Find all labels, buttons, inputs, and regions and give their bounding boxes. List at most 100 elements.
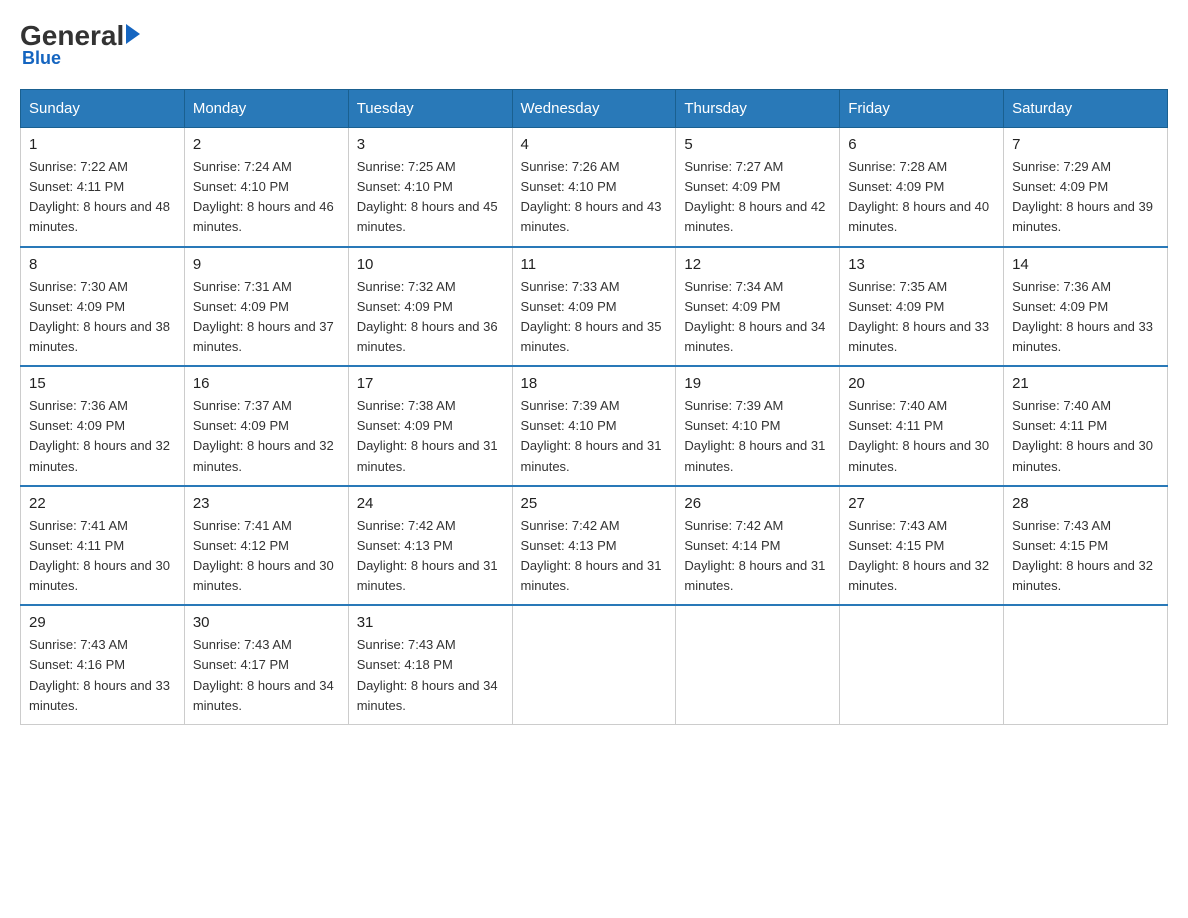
header: General Blue [20,20,1168,69]
day-info: Sunrise: 7:34 AM Sunset: 4:09 PM Dayligh… [684,277,831,358]
calendar-cell [512,605,676,724]
day-number: 14 [1012,256,1159,273]
day-info: Sunrise: 7:43 AM Sunset: 4:18 PM Dayligh… [357,635,504,716]
day-info: Sunrise: 7:35 AM Sunset: 4:09 PM Dayligh… [848,277,995,358]
day-number: 7 [1012,136,1159,153]
day-info: Sunrise: 7:28 AM Sunset: 4:09 PM Dayligh… [848,157,995,238]
calendar-cell: 18 Sunrise: 7:39 AM Sunset: 4:10 PM Dayl… [512,366,676,486]
calendar-cell: 13 Sunrise: 7:35 AM Sunset: 4:09 PM Dayl… [840,247,1004,367]
calendar-cell: 12 Sunrise: 7:34 AM Sunset: 4:09 PM Dayl… [676,247,840,367]
calendar-cell: 29 Sunrise: 7:43 AM Sunset: 4:16 PM Dayl… [21,605,185,724]
day-number: 16 [193,375,340,392]
day-number: 3 [357,136,504,153]
day-info: Sunrise: 7:36 AM Sunset: 4:09 PM Dayligh… [1012,277,1159,358]
day-number: 31 [357,614,504,631]
day-number: 28 [1012,495,1159,512]
day-number: 6 [848,136,995,153]
calendar-cell: 15 Sunrise: 7:36 AM Sunset: 4:09 PM Dayl… [21,366,185,486]
day-number: 19 [684,375,831,392]
calendar-cell: 27 Sunrise: 7:43 AM Sunset: 4:15 PM Dayl… [840,486,1004,606]
day-number: 21 [1012,375,1159,392]
day-number: 26 [684,495,831,512]
day-info: Sunrise: 7:38 AM Sunset: 4:09 PM Dayligh… [357,396,504,477]
calendar-cell: 3 Sunrise: 7:25 AM Sunset: 4:10 PM Dayli… [348,128,512,247]
day-number: 2 [193,136,340,153]
calendar-cell: 14 Sunrise: 7:36 AM Sunset: 4:09 PM Dayl… [1004,247,1168,367]
day-number: 11 [521,256,668,273]
day-number: 17 [357,375,504,392]
day-info: Sunrise: 7:40 AM Sunset: 4:11 PM Dayligh… [848,396,995,477]
calendar-cell: 8 Sunrise: 7:30 AM Sunset: 4:09 PM Dayli… [21,247,185,367]
day-info: Sunrise: 7:33 AM Sunset: 4:09 PM Dayligh… [521,277,668,358]
calendar-cell: 25 Sunrise: 7:42 AM Sunset: 4:13 PM Dayl… [512,486,676,606]
calendar-cell: 31 Sunrise: 7:43 AM Sunset: 4:18 PM Dayl… [348,605,512,724]
weekday-header-thursday: Thursday [676,90,840,128]
logo-arrow-icon [126,24,140,44]
calendar-cell: 20 Sunrise: 7:40 AM Sunset: 4:11 PM Dayl… [840,366,1004,486]
day-number: 22 [29,495,176,512]
calendar-cell: 23 Sunrise: 7:41 AM Sunset: 4:12 PM Dayl… [184,486,348,606]
calendar-cell: 22 Sunrise: 7:41 AM Sunset: 4:11 PM Dayl… [21,486,185,606]
calendar-cell [840,605,1004,724]
calendar-cell: 30 Sunrise: 7:43 AM Sunset: 4:17 PM Dayl… [184,605,348,724]
calendar-table: SundayMondayTuesdayWednesdayThursdayFrid… [20,89,1168,725]
day-info: Sunrise: 7:43 AM Sunset: 4:15 PM Dayligh… [848,516,995,597]
day-number: 9 [193,256,340,273]
day-info: Sunrise: 7:26 AM Sunset: 4:10 PM Dayligh… [521,157,668,238]
day-info: Sunrise: 7:39 AM Sunset: 4:10 PM Dayligh… [684,396,831,477]
calendar-week-row: 15 Sunrise: 7:36 AM Sunset: 4:09 PM Dayl… [21,366,1168,486]
calendar-cell: 19 Sunrise: 7:39 AM Sunset: 4:10 PM Dayl… [676,366,840,486]
day-info: Sunrise: 7:27 AM Sunset: 4:09 PM Dayligh… [684,157,831,238]
day-info: Sunrise: 7:43 AM Sunset: 4:15 PM Dayligh… [1012,516,1159,597]
day-number: 29 [29,614,176,631]
calendar-cell: 24 Sunrise: 7:42 AM Sunset: 4:13 PM Dayl… [348,486,512,606]
weekday-header-sunday: Sunday [21,90,185,128]
day-info: Sunrise: 7:41 AM Sunset: 4:12 PM Dayligh… [193,516,340,597]
day-number: 18 [521,375,668,392]
day-info: Sunrise: 7:22 AM Sunset: 4:11 PM Dayligh… [29,157,176,238]
day-number: 23 [193,495,340,512]
calendar-cell: 11 Sunrise: 7:33 AM Sunset: 4:09 PM Dayl… [512,247,676,367]
day-number: 5 [684,136,831,153]
day-number: 10 [357,256,504,273]
day-number: 24 [357,495,504,512]
day-info: Sunrise: 7:36 AM Sunset: 4:09 PM Dayligh… [29,396,176,477]
calendar-cell: 4 Sunrise: 7:26 AM Sunset: 4:10 PM Dayli… [512,128,676,247]
weekday-header-monday: Monday [184,90,348,128]
weekday-header-wednesday: Wednesday [512,90,676,128]
day-info: Sunrise: 7:37 AM Sunset: 4:09 PM Dayligh… [193,396,340,477]
day-number: 4 [521,136,668,153]
calendar-cell [1004,605,1168,724]
calendar-cell: 28 Sunrise: 7:43 AM Sunset: 4:15 PM Dayl… [1004,486,1168,606]
calendar-week-row: 1 Sunrise: 7:22 AM Sunset: 4:11 PM Dayli… [21,128,1168,247]
day-number: 30 [193,614,340,631]
day-number: 12 [684,256,831,273]
day-number: 27 [848,495,995,512]
calendar-week-row: 22 Sunrise: 7:41 AM Sunset: 4:11 PM Dayl… [21,486,1168,606]
calendar-cell: 26 Sunrise: 7:42 AM Sunset: 4:14 PM Dayl… [676,486,840,606]
calendar-week-row: 29 Sunrise: 7:43 AM Sunset: 4:16 PM Dayl… [21,605,1168,724]
weekday-header-saturday: Saturday [1004,90,1168,128]
logo-blue-text: Blue [22,48,61,69]
calendar-cell: 7 Sunrise: 7:29 AM Sunset: 4:09 PM Dayli… [1004,128,1168,247]
weekday-header-tuesday: Tuesday [348,90,512,128]
weekday-header-friday: Friday [840,90,1004,128]
calendar-cell: 1 Sunrise: 7:22 AM Sunset: 4:11 PM Dayli… [21,128,185,247]
day-number: 8 [29,256,176,273]
day-info: Sunrise: 7:24 AM Sunset: 4:10 PM Dayligh… [193,157,340,238]
calendar-cell: 21 Sunrise: 7:40 AM Sunset: 4:11 PM Dayl… [1004,366,1168,486]
day-number: 13 [848,256,995,273]
calendar-cell [676,605,840,724]
calendar-cell: 16 Sunrise: 7:37 AM Sunset: 4:09 PM Dayl… [184,366,348,486]
day-info: Sunrise: 7:31 AM Sunset: 4:09 PM Dayligh… [193,277,340,358]
calendar-cell: 9 Sunrise: 7:31 AM Sunset: 4:09 PM Dayli… [184,247,348,367]
calendar-cell: 17 Sunrise: 7:38 AM Sunset: 4:09 PM Dayl… [348,366,512,486]
calendar-week-row: 8 Sunrise: 7:30 AM Sunset: 4:09 PM Dayli… [21,247,1168,367]
day-info: Sunrise: 7:42 AM Sunset: 4:14 PM Dayligh… [684,516,831,597]
day-info: Sunrise: 7:39 AM Sunset: 4:10 PM Dayligh… [521,396,668,477]
day-number: 15 [29,375,176,392]
calendar-cell: 10 Sunrise: 7:32 AM Sunset: 4:09 PM Dayl… [348,247,512,367]
day-info: Sunrise: 7:43 AM Sunset: 4:17 PM Dayligh… [193,635,340,716]
calendar-cell: 6 Sunrise: 7:28 AM Sunset: 4:09 PM Dayli… [840,128,1004,247]
calendar-cell: 2 Sunrise: 7:24 AM Sunset: 4:10 PM Dayli… [184,128,348,247]
